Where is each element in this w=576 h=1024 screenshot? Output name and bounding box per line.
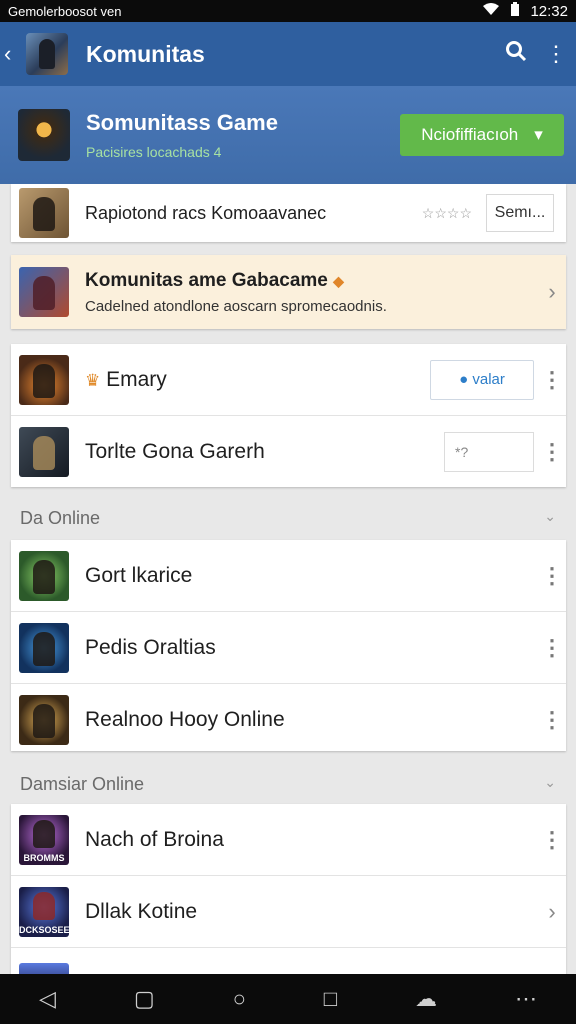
nav-back-icon[interactable]: ◁	[39, 986, 56, 1012]
list-item[interactable]: Gort lkarice ⋮	[11, 540, 566, 612]
more-vert-icon[interactable]: ⋮	[538, 368, 566, 391]
game-thumbnail	[19, 188, 69, 238]
section-header-da-online: Da Online ⌄	[20, 508, 556, 529]
list-item[interactable]: Rapiotond racs Komoaavanec ☆☆☆☆ Semı...	[11, 184, 566, 242]
more-vert-icon[interactable]: ⋮	[538, 441, 566, 463]
nav-recents-icon[interactable]: □	[324, 986, 337, 1012]
list-item-label: ♛ Emary	[85, 367, 167, 391]
featured-card[interactable]: Komunitas ame Gabacame ◆ Cadelned atondl…	[11, 255, 566, 329]
game-info: Somunitass Game Pacisires locachads 4	[86, 110, 400, 160]
top-card: Rapiotond racs Komoaavanec ☆☆☆☆ Semı...	[11, 184, 566, 242]
more-vert-icon[interactable]: ⋮	[538, 564, 566, 587]
more-options-icon[interactable]: ⋮	[536, 41, 576, 67]
section-header-damsiar-online: Damsiar Online ⌄	[20, 774, 556, 795]
game-thumbnail	[19, 695, 69, 745]
list-item[interactable]: ♛ Emary ● valar ⋮	[11, 344, 566, 416]
more-vert-icon[interactable]: ⋮	[538, 636, 566, 659]
list-item-label: Dllak Kotine	[85, 899, 198, 923]
list-item-label: Gort lkarice	[85, 563, 193, 587]
list-item-label: Realnoo Hooy Online	[85, 708, 285, 731]
list-item[interactable]	[11, 948, 566, 974]
system-nav-bar: ◁ ▢ ○ □ ☁ ⋯	[0, 974, 576, 1024]
list-item[interactable]: BROMMS Nach of Broina ⋮	[11, 804, 566, 876]
back-button[interactable]: ‹	[4, 43, 24, 65]
list-item[interactable]: Pedis Oraltias ⋮	[11, 612, 566, 684]
game-logo	[18, 109, 70, 161]
search-icon[interactable]	[496, 40, 536, 68]
app-toolbar: ‹ Komunitas ⋮	[0, 22, 576, 86]
content-list[interactable]: Rapiotond racs Komoaavanec ☆☆☆☆ Semı... …	[0, 184, 576, 974]
featured-text: Komunitas ame Gabacame ◆ Cadelned atondl…	[85, 270, 538, 315]
community-avatar[interactable]	[26, 33, 68, 75]
featured-description: Cadelned atondlone aoscarn spromecaodnis…	[85, 297, 387, 315]
game-thumbnail	[19, 622, 69, 673]
game-thumbnail: BROMMS	[19, 814, 69, 865]
status-icons: 12:32	[482, 2, 568, 20]
section-title: Damsiar Online	[20, 774, 145, 794]
status-bar: Gemolerboosot ven 12:32	[0, 0, 576, 22]
value-button[interactable]: ● valar	[430, 359, 534, 400]
game-thumbnail: DCKSOSEE	[19, 886, 69, 937]
list-item-label: Rapiotond racs Komoaavanec	[85, 202, 327, 223]
chevron-right-icon[interactable]: ›	[538, 899, 566, 925]
list-item-label: Nach of Broina	[85, 827, 224, 851]
list-item-label: Pedis Oraltias	[85, 635, 216, 659]
group-card-1: ♛ Emary ● valar ⋮ Torlte Gona Garerh *? …	[11, 344, 566, 487]
game-thumbnail	[19, 354, 69, 405]
status-left-text: Gemolerboosot ven	[8, 3, 122, 19]
thumbnail-caption: BROMMS	[23, 852, 65, 863]
chevron-down-icon: ▾	[534, 125, 543, 144]
game-title: Somunitass Game	[86, 110, 278, 135]
wifi-icon	[482, 2, 500, 20]
nav-home-icon[interactable]: ○	[233, 986, 246, 1012]
game-subtitle: Pacisires locachads 4	[86, 144, 222, 160]
row-action-button[interactable]: *?	[444, 432, 534, 472]
rating-stars-icon: ☆☆☆☆	[421, 204, 472, 221]
more-vert-icon[interactable]: ⋮	[538, 828, 566, 851]
list-item[interactable]: DCKSOSEE Dllak Kotine ›	[11, 876, 566, 948]
nav-more-icon[interactable]: ⋯	[515, 986, 537, 1012]
game-header: Somunitass Game Pacisires locachads 4 Nc…	[0, 86, 576, 184]
list-item-label: Torlte Gona Garerh	[85, 440, 265, 463]
section-title: Da Online	[20, 508, 101, 528]
chevron-down-icon[interactable]: ⌄	[544, 774, 556, 795]
row-action-button[interactable]: Semı...	[486, 194, 554, 232]
featured-title: Komunitas ame Gabacame	[85, 269, 328, 291]
badge-icon: ◆	[333, 272, 344, 289]
chevron-right-icon[interactable]: ›	[538, 279, 566, 305]
crown-icon: ♛	[85, 370, 101, 390]
thumbnail-caption: DCKSOSEE	[19, 924, 69, 935]
chevron-down-icon[interactable]: ⌄	[544, 508, 556, 529]
notification-button[interactable]: Nciofiffiacıoh ▾	[400, 114, 564, 156]
clock: 12:32	[530, 2, 568, 20]
group-card-2: Gort lkarice ⋮ Pedis Oraltias ⋮ Realnoo …	[11, 540, 566, 751]
list-item[interactable]: Torlte Gona Garerh *? ⋮	[11, 416, 566, 488]
featured-thumbnail	[19, 267, 69, 317]
game-thumbnail	[19, 550, 69, 601]
nav-square-icon[interactable]: ▢	[134, 986, 155, 1012]
page-title: Komunitas	[86, 40, 205, 67]
nav-cloud-icon[interactable]: ☁	[415, 986, 437, 1012]
featured-row[interactable]: Komunitas ame Gabacame ◆ Cadelned atondl…	[11, 255, 566, 329]
more-vert-icon[interactable]: ⋮	[538, 709, 566, 731]
group-card-3: BROMMS Nach of Broina ⋮ DCKSOSEE Dllak K…	[11, 804, 566, 974]
notification-button-label: Nciofiffiacıoh	[421, 125, 519, 144]
list-item[interactable]: Realnoo Hooy Online ⋮	[11, 684, 566, 756]
battery-icon	[510, 2, 520, 20]
game-thumbnail	[19, 427, 69, 477]
game-thumbnail	[19, 963, 69, 974]
